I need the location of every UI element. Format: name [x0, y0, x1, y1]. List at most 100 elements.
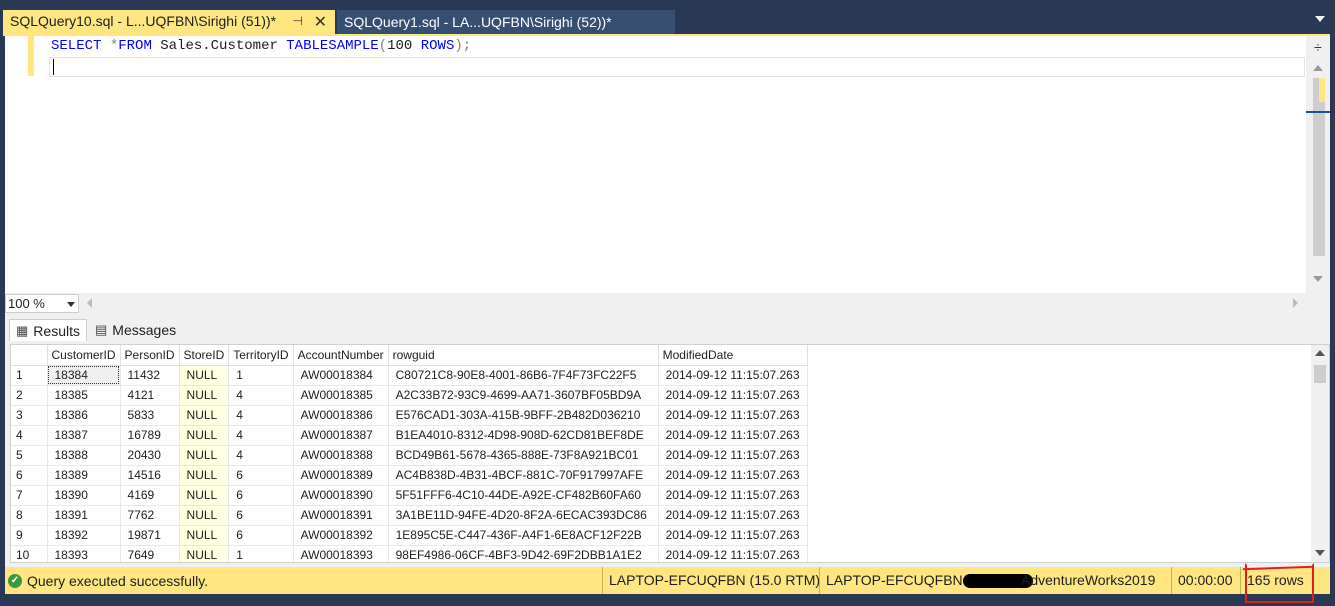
- table-cell[interactable]: AW00018393: [293, 545, 389, 562]
- table-row[interactable]: 5 18388 20430 NULL 4 AW00018388 BCD49B61-5678-…: [11, 445, 808, 466]
- table-cell[interactable]: 18390: [47, 485, 121, 506]
- table-cell[interactable]: 6: [228, 485, 294, 506]
- split-window-icon[interactable]: ÷: [1310, 39, 1326, 55]
- table-cell[interactable]: 18392: [47, 525, 121, 546]
- table-row[interactable]: 8 18391 7762 NULL 6 AW00018391 3A1BE11D-94FE-4…: [11, 505, 808, 526]
- table-cell[interactable]: B1EA4010-8312-4D98-908D-62CD81BEF8DE: [388, 425, 659, 446]
- table-cell[interactable]: 2014-09-12 11:15:07.263: [658, 545, 808, 562]
- column-header[interactable]: PersonID: [120, 345, 180, 366]
- table-cell[interactable]: 98EF4986-06CF-4BF3-9D42-69F2DBB1A1E2: [388, 545, 659, 562]
- row-number-cell[interactable]: 9: [11, 525, 48, 546]
- row-number-header[interactable]: [11, 345, 48, 366]
- column-header[interactable]: ModifiedDate: [658, 345, 808, 366]
- table-row[interactable]: 7 18390 4169 NULL 6 AW00018390 5F51FFF6-4C10-4…: [11, 485, 808, 506]
- table-cell[interactable]: A2C33B72-93C9-4699-AA71-3607BF05BD9A: [388, 385, 659, 406]
- table-cell[interactable]: 16789: [120, 425, 180, 446]
- table-cell[interactable]: 4169: [120, 485, 180, 506]
- table-cell[interactable]: AW00018388: [293, 445, 389, 466]
- scroll-down-icon[interactable]: [1315, 550, 1325, 556]
- table-cell[interactable]: BCD49B61-5678-4365-888E-73F8A921BC01: [388, 445, 659, 466]
- row-number-cell[interactable]: 2: [11, 385, 48, 406]
- table-cell[interactable]: 4121: [120, 385, 180, 406]
- table-cell[interactable]: AW00018390: [293, 485, 389, 506]
- row-number-cell[interactable]: 10: [11, 545, 48, 562]
- table-row[interactable]: 2 18385 4121 NULL 4 AW00018385 A2C33B72-93C9-4…: [11, 385, 808, 406]
- table-cell[interactable]: 2014-09-12 11:15:07.263: [658, 525, 808, 546]
- table-cell[interactable]: 2014-09-12 11:15:07.263: [658, 425, 808, 446]
- table-cell[interactable]: AW00018385: [293, 385, 389, 406]
- column-header[interactable]: CustomerID: [47, 345, 121, 366]
- table-cell[interactable]: NULL: [179, 425, 230, 446]
- tab-messages[interactable]: ▤ Messages: [89, 319, 182, 341]
- zoom-dropdown[interactable]: 100 %: [5, 294, 79, 313]
- table-cell[interactable]: AC4B838D-4B31-4BCF-881C-70F917997AFE: [388, 465, 659, 486]
- table-cell[interactable]: 1E895C5E-C447-436F-A4F1-6E8ACF12F22B: [388, 525, 659, 546]
- scrollbar-thumb[interactable]: [1314, 365, 1326, 383]
- table-row[interactable]: 3 18386 5833 NULL 4 AW00018386 E576CAD1-303A-4…: [11, 405, 808, 426]
- table-cell[interactable]: 2014-09-12 11:15:07.263: [658, 385, 808, 406]
- table-cell[interactable]: NULL: [179, 525, 230, 546]
- table-cell[interactable]: 4: [228, 425, 294, 446]
- table-cell[interactable]: 18385: [47, 385, 121, 406]
- table-cell[interactable]: C80721C8-90E8-4001-86B6-7F4F73FC22F5: [388, 365, 659, 386]
- results-table[interactable]: CustomerID PersonID StoreID TerritoryID …: [11, 345, 808, 562]
- table-cell[interactable]: 5833: [120, 405, 180, 426]
- table-cell[interactable]: 18389: [47, 465, 121, 486]
- tab-results[interactable]: ▦ Results: [9, 319, 87, 341]
- table-cell[interactable]: 2014-09-12 11:15:07.263: [658, 465, 808, 486]
- table-cell[interactable]: 4: [228, 385, 294, 406]
- close-icon[interactable]: ✕: [314, 12, 327, 32]
- table-cell[interactable]: 18391: [47, 505, 121, 526]
- table-cell[interactable]: 18388: [47, 445, 121, 466]
- tab-sqlquery10[interactable]: SQLQuery10.sql - L...UQFBN\Sirighi (51))…: [3, 10, 335, 34]
- table-cell[interactable]: 1: [228, 545, 294, 562]
- column-header[interactable]: StoreID: [179, 345, 230, 366]
- table-cell[interactable]: 14516: [120, 465, 180, 486]
- table-cell[interactable]: 5F51FFF6-4C10-44DE-A92E-CF482B60FA60: [388, 485, 659, 506]
- table-cell[interactable]: 6: [228, 525, 294, 546]
- table-cell[interactable]: E576CAD1-303A-415B-9BFF-2B482D036210: [388, 405, 659, 426]
- table-cell[interactable]: AW00018391: [293, 505, 389, 526]
- table-cell[interactable]: 18387: [47, 425, 121, 446]
- table-row[interactable]: 6 18389 14516 NULL 6 AW00018389 AC4B838D-4B31-…: [11, 465, 808, 486]
- table-cell[interactable]: 2014-09-12 11:15:07.263: [658, 485, 808, 506]
- table-row[interactable]: 1 18384 11432 NULL 1 AW00018384 C80721C8-90E8-…: [11, 365, 808, 386]
- scroll-right-icon[interactable]: [1293, 298, 1298, 308]
- column-header[interactable]: AccountNumber: [293, 345, 389, 366]
- table-cell[interactable]: 7649: [120, 545, 180, 562]
- table-cell[interactable]: NULL: [179, 485, 230, 506]
- table-cell[interactable]: 6: [228, 505, 294, 526]
- table-cell[interactable]: 11432: [120, 365, 180, 386]
- grid-vertical-scrollbar[interactable]: [1311, 345, 1329, 562]
- table-cell[interactable]: 18386: [47, 405, 121, 426]
- table-cell[interactable]: AW00018389: [293, 465, 389, 486]
- table-cell[interactable]: NULL: [179, 505, 230, 526]
- column-header[interactable]: TerritoryID: [228, 345, 294, 366]
- table-cell[interactable]: 7762: [120, 505, 180, 526]
- table-cell[interactable]: 2014-09-12 11:15:07.263: [658, 505, 808, 526]
- tab-sqlquery1[interactable]: SQLQuery1.sql - LA...UQFBN\Sirighi (52))…: [337, 10, 675, 34]
- table-cell[interactable]: 6: [228, 465, 294, 486]
- row-number-cell[interactable]: 8: [11, 505, 48, 526]
- query-editor[interactable]: SELECT *FROM Sales.Customer TABLESAMPLE(…: [5, 36, 1330, 293]
- table-cell[interactable]: 4: [228, 405, 294, 426]
- table-cell[interactable]: 2014-09-12 11:15:07.263: [658, 365, 808, 386]
- pin-icon[interactable]: ⊣: [293, 14, 303, 28]
- row-number-cell[interactable]: 3: [11, 405, 48, 426]
- table-cell[interactable]: AW00018392: [293, 525, 389, 546]
- table-row[interactable]: 4 18387 16789 NULL 4 AW00018387 B1EA4010-8312-…: [11, 425, 808, 446]
- scroll-up-icon[interactable]: [1313, 65, 1323, 71]
- row-number-cell[interactable]: 7: [11, 485, 48, 506]
- editor-vertical-scrollbar[interactable]: ÷: [1306, 36, 1330, 293]
- table-row[interactable]: 9 18392 19871 NULL 6 AW00018392 1E895C5E-C447-…: [11, 525, 808, 546]
- row-number-cell[interactable]: 1: [11, 365, 48, 386]
- code-line-1[interactable]: SELECT *FROM Sales.Customer TABLESAMPLE(…: [51, 38, 471, 54]
- table-cell[interactable]: 19871: [120, 525, 180, 546]
- column-header[interactable]: rowguid: [388, 345, 659, 366]
- row-number-cell[interactable]: 5: [11, 445, 48, 466]
- scrollbar-thumb[interactable]: [1313, 78, 1325, 256]
- scroll-left-icon[interactable]: [87, 298, 92, 308]
- table-cell[interactable]: 18384: [47, 365, 121, 386]
- scroll-up-icon[interactable]: [1315, 350, 1325, 356]
- table-cell[interactable]: 1: [228, 365, 294, 386]
